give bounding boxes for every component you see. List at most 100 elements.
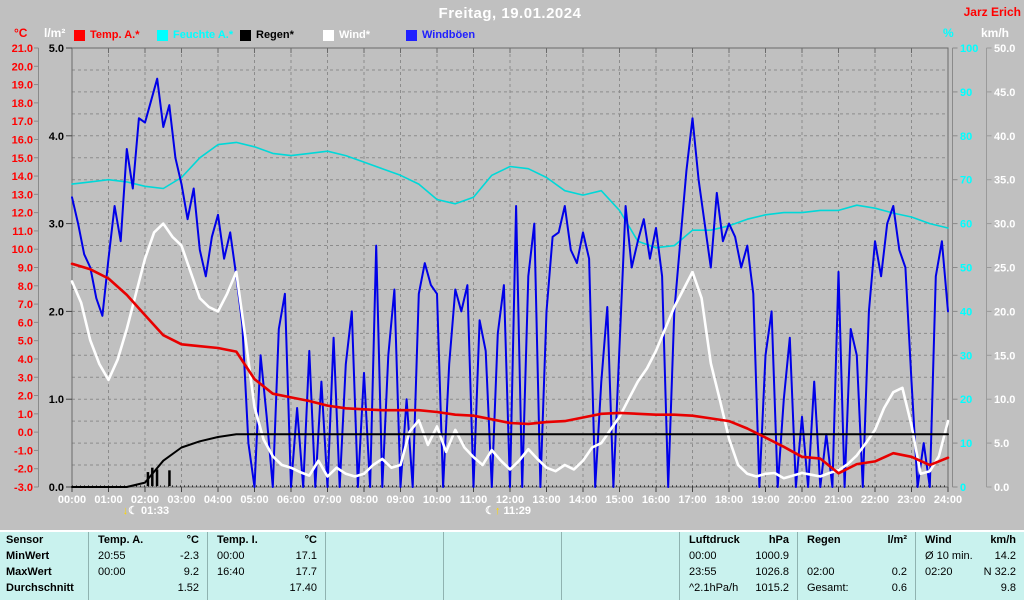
table-column-luftdruck: Luftdruck hPa 00:00 1000.9 23:55 1026.8 ^2.1hP… xyxy=(679,532,797,600)
table-label-column: Sensor MinWert MaxWert Durchschnitt xyxy=(0,532,88,600)
svg-text:16.0: 16.0 xyxy=(12,134,33,146)
table-row xyxy=(562,548,679,564)
svg-text:30: 30 xyxy=(960,350,972,362)
svg-text:1.0: 1.0 xyxy=(18,409,33,421)
svg-text:00:00: 00:00 xyxy=(58,494,86,506)
svg-text:60: 60 xyxy=(960,219,972,231)
svg-text:30.0: 30.0 xyxy=(994,219,1015,231)
svg-text:40.0: 40.0 xyxy=(994,131,1015,143)
table-column-temp-i: Temp. I. °C 00:00 17.1 16:40 17.7 17.40 xyxy=(207,532,325,600)
svg-text:15.0: 15.0 xyxy=(12,153,33,165)
moon-up-icon: ↑ xyxy=(494,505,501,517)
table-column-empty-3 xyxy=(561,532,679,600)
table-column-header xyxy=(562,532,679,548)
table-column-wind: Wind km/h Ø 10 min. 14.2 02:20 N 32.2 9.8 xyxy=(915,532,1024,600)
svg-text:03:00: 03:00 xyxy=(167,494,195,506)
table-column-header xyxy=(444,532,561,548)
svg-text:40: 40 xyxy=(960,306,972,318)
table-row xyxy=(444,580,561,596)
svg-text:5.0: 5.0 xyxy=(994,438,1009,450)
table-row xyxy=(444,548,561,564)
svg-text:-3.0: -3.0 xyxy=(14,482,33,494)
table-column-regen: Regen l/m² 02:00 0.2 Gesamt: 0.6 xyxy=(797,532,915,600)
moonset-time: 01:33 xyxy=(141,505,170,517)
svg-text:22:00: 22:00 xyxy=(861,494,889,506)
table-row: 20:55 -2.3 xyxy=(98,550,199,562)
table-row xyxy=(326,564,443,580)
svg-text:11:00: 11:00 xyxy=(460,494,488,506)
table-column-header: Luftdruck hPa xyxy=(689,534,789,546)
svg-text:23:00: 23:00 xyxy=(897,494,925,506)
svg-text:0.0: 0.0 xyxy=(49,482,64,494)
moonrise-annotation: ☾↑ 11:29 xyxy=(485,504,531,517)
table-row xyxy=(444,564,561,580)
table-column-empty-2 xyxy=(443,532,561,600)
svg-text:21.0: 21.0 xyxy=(12,43,33,55)
table-row: Gesamt: 0.6 xyxy=(807,582,907,594)
svg-text:05:00: 05:00 xyxy=(240,494,268,506)
svg-text:8.0: 8.0 xyxy=(18,281,33,293)
table-row: 02:00 0.2 xyxy=(807,566,907,578)
svg-text:20.0: 20.0 xyxy=(12,61,33,73)
svg-text:07:00: 07:00 xyxy=(313,494,341,506)
svg-text:17:00: 17:00 xyxy=(678,494,706,506)
svg-text:20.0: 20.0 xyxy=(994,306,1015,318)
svg-text:25.0: 25.0 xyxy=(994,263,1015,275)
svg-text:24:00: 24:00 xyxy=(934,494,962,506)
svg-text:9.0: 9.0 xyxy=(18,263,33,275)
svg-text:13:00: 13:00 xyxy=(532,494,560,506)
svg-text:1.0: 1.0 xyxy=(49,394,64,406)
table-row: 16:40 17.7 xyxy=(217,566,317,578)
svg-text:-1.0: -1.0 xyxy=(14,445,33,457)
weather-chart: 00:00 01:00 02:00 03:00 04:00 05:00 06:00 07:00… xyxy=(12,43,1016,506)
table-row xyxy=(562,564,679,580)
svg-text:7.0: 7.0 xyxy=(18,299,33,311)
table-row: Ø 10 min. 14.2 xyxy=(925,550,1016,562)
svg-text:10:00: 10:00 xyxy=(423,494,451,506)
svg-text:-2.0: -2.0 xyxy=(14,464,33,476)
svg-text:90: 90 xyxy=(960,87,972,99)
svg-text:10.0: 10.0 xyxy=(994,394,1015,406)
svg-text:5.0: 5.0 xyxy=(18,336,33,348)
svg-text:0.0: 0.0 xyxy=(994,482,1009,494)
svg-text:45.0: 45.0 xyxy=(994,87,1015,99)
table-row: 02:20 N 32.2 xyxy=(925,566,1016,578)
table-row: ^2.1hPa/h 1015.2 xyxy=(689,582,789,594)
table-row: 23:55 1026.8 xyxy=(689,566,789,578)
svg-text:2.0: 2.0 xyxy=(49,306,64,318)
svg-text:11.0: 11.0 xyxy=(12,226,33,238)
table-row xyxy=(326,580,443,596)
table-row xyxy=(798,548,915,564)
table-row-label: MaxWert xyxy=(6,566,52,578)
svg-text:50: 50 xyxy=(960,263,972,275)
svg-text:10: 10 xyxy=(960,438,972,450)
svg-text:5.0: 5.0 xyxy=(49,43,64,55)
table-row: 00:00 9.2 xyxy=(98,566,199,578)
table-row xyxy=(326,548,443,564)
table-column-header xyxy=(326,532,443,548)
svg-text:4.0: 4.0 xyxy=(18,354,33,366)
svg-text:14:00: 14:00 xyxy=(569,494,597,506)
svg-text:6.0: 6.0 xyxy=(18,317,33,329)
svg-text:18.0: 18.0 xyxy=(12,98,33,110)
table-row-label: Durchschnitt xyxy=(6,582,74,594)
moonrise-time: 11:29 xyxy=(503,505,531,517)
svg-text:09:00: 09:00 xyxy=(386,494,414,506)
svg-text:16:00: 16:00 xyxy=(642,494,670,506)
table-row: 17.40 xyxy=(289,582,317,594)
svg-text:10.0: 10.0 xyxy=(12,244,33,256)
table-column-header: Temp. A. °C xyxy=(98,534,199,546)
svg-text:100: 100 xyxy=(960,43,978,55)
svg-text:04:00: 04:00 xyxy=(204,494,232,506)
table-column-header: Regen l/m² xyxy=(807,534,907,546)
svg-text:3.0: 3.0 xyxy=(18,372,33,384)
svg-text:3.0: 3.0 xyxy=(49,219,64,231)
svg-text:20:00: 20:00 xyxy=(788,494,816,506)
table-row: 1.52 xyxy=(177,582,199,594)
svg-text:0.0: 0.0 xyxy=(18,427,33,439)
table-column-header: Wind km/h xyxy=(925,534,1016,546)
svg-text:2.0: 2.0 xyxy=(18,391,33,403)
svg-text:01:00: 01:00 xyxy=(94,494,122,506)
svg-text:15.0: 15.0 xyxy=(994,350,1015,362)
moonset-annotation: ↓☾ 01:33 xyxy=(123,504,170,517)
